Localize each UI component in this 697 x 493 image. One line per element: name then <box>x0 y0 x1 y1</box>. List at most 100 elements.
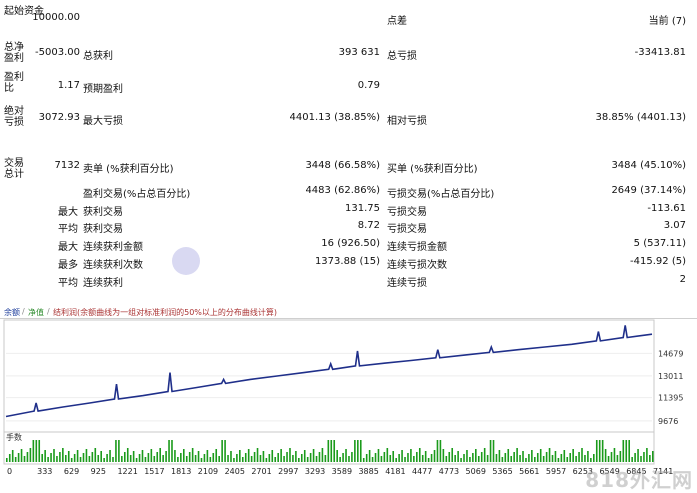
value-maximal-consecutive-profit: 1373.88 (15) <box>314 256 380 267</box>
volume-bar <box>386 448 389 462</box>
volume-bar <box>566 457 569 462</box>
y-tick-label: 9676 <box>658 417 678 426</box>
volume-bar <box>610 452 613 462</box>
volume-bar <box>380 456 383 462</box>
volume-bar <box>250 456 253 462</box>
label-maximal-drawdown: 最大亏损 <box>83 116 123 127</box>
volume-bar <box>315 456 318 462</box>
volume-bar <box>466 450 468 462</box>
volume-bar <box>492 440 495 462</box>
volume-bar <box>11 450 14 462</box>
x-tick-label: 1221 <box>117 467 137 476</box>
volume-bar <box>489 440 492 462</box>
label-average-consecutive-wins: 连续获利 <box>83 278 123 289</box>
volume-bar <box>318 452 321 462</box>
volume-bar <box>430 454 433 462</box>
value-largest-profit-trade: 131.75 <box>345 203 380 214</box>
volume-bar <box>336 450 338 462</box>
volume-bar <box>236 454 238 462</box>
volume-bar <box>531 450 533 462</box>
x-tick-label: 4181 <box>385 467 405 476</box>
label-profit-trades: 盈利交易(%占总百分比) <box>83 189 191 200</box>
volume-bar <box>413 456 415 462</box>
volume-bar <box>23 456 26 462</box>
volume-bar <box>188 452 191 462</box>
volume-bar <box>239 450 241 462</box>
volume-bar <box>44 450 46 462</box>
volume-bar <box>141 450 144 462</box>
volume-bar <box>50 453 52 462</box>
x-tick-label: 1813 <box>171 467 191 476</box>
volume-bar <box>112 457 114 462</box>
volume-bar <box>619 451 622 462</box>
label-long-positions: 买单 (%获利百分比) <box>387 164 478 175</box>
value-total-trades: 7132 <box>54 160 80 171</box>
value-relative-drawdown: 38.85% (4401.13) <box>595 112 686 123</box>
volume-bar <box>572 449 574 462</box>
volume-bar <box>100 451 102 462</box>
x-tick-label: 0 <box>7 467 12 476</box>
volume-bar <box>410 449 412 462</box>
volume-bar <box>289 448 291 462</box>
volume-bar <box>342 453 344 462</box>
volume-bar <box>371 457 374 462</box>
volume-bar <box>613 448 616 462</box>
label-largest-profit-trade: 获利交易 <box>83 207 123 218</box>
label-gross-loss: 总亏损 <box>387 51 417 62</box>
volume-bar <box>253 452 256 462</box>
volume-bar <box>374 453 377 462</box>
volume-bar <box>436 440 439 462</box>
volume-bar <box>41 454 43 462</box>
volume-bar <box>103 458 105 462</box>
volume-bar <box>649 455 651 462</box>
volume-bar <box>197 451 200 462</box>
volume-bar <box>156 452 159 462</box>
prefix-average: 平均 <box>58 224 78 235</box>
volume-bar <box>357 440 359 462</box>
volume-bar <box>147 453 150 462</box>
volume-bar <box>345 449 347 462</box>
x-tick-label: 2701 <box>251 467 271 476</box>
volume-bar <box>17 453 20 462</box>
x-tick-label: 333 <box>37 467 52 476</box>
x-tick-label: 5957 <box>546 467 566 476</box>
volume-bar <box>292 455 294 462</box>
volume-bar <box>106 454 108 462</box>
volume-bar <box>206 450 209 462</box>
prefix-largest: 最大 <box>58 207 78 218</box>
volume-bar <box>171 440 173 462</box>
volume-bar <box>126 448 129 462</box>
volume-bar <box>433 450 436 462</box>
volume-bar <box>395 458 397 462</box>
y-tick-label: 11395 <box>658 394 683 403</box>
volume-bar <box>47 457 49 462</box>
volume-bar <box>348 456 350 462</box>
volume-bar <box>528 454 530 462</box>
volume-bar <box>59 452 61 462</box>
label-loss-trades: 亏损交易(%占总百分比) <box>387 189 495 200</box>
volume-bar <box>303 450 306 462</box>
volume-bar <box>454 455 456 462</box>
volume-bar <box>587 451 589 462</box>
volume-bar <box>64 455 67 462</box>
volume-bar <box>212 453 215 462</box>
volume-bar <box>643 452 645 462</box>
volume-bar <box>560 454 563 462</box>
volume-bar <box>76 450 79 462</box>
volume-bar <box>445 456 448 462</box>
volume-bar <box>463 454 465 462</box>
value-expected-payoff: 0.79 <box>357 80 380 91</box>
volume-bar <box>85 449 88 462</box>
x-tick-label: 4773 <box>439 467 459 476</box>
volume-bar <box>581 448 583 462</box>
volume-bar <box>91 452 94 462</box>
x-tick-label: 3885 <box>358 467 378 476</box>
volume-bar <box>584 455 586 462</box>
volume-bar <box>368 450 371 462</box>
volume-bar <box>62 448 64 462</box>
volume-bar <box>241 457 244 462</box>
volume-bar <box>277 453 279 462</box>
volume-bar <box>424 451 427 462</box>
volume-bar <box>32 440 35 462</box>
volume-bar <box>539 449 542 462</box>
